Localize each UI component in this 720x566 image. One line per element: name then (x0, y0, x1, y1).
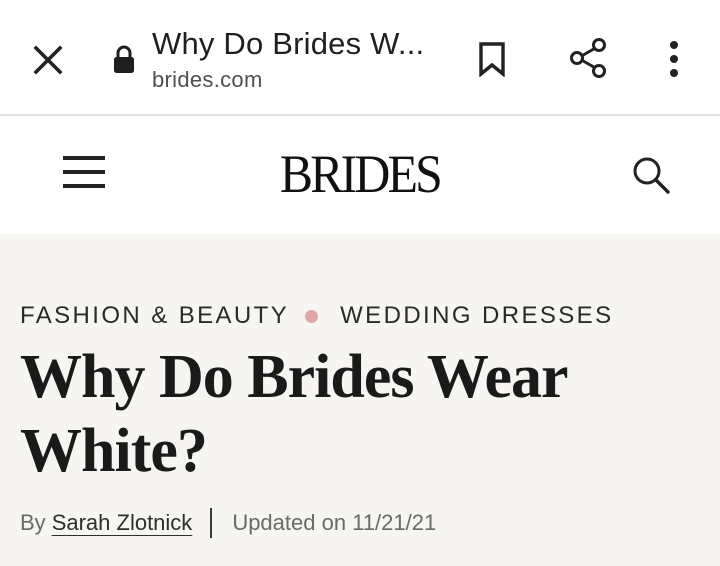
byline-divider (210, 508, 213, 538)
author-link[interactable]: Sarah Zlotnick (52, 510, 193, 536)
share-button[interactable] (564, 34, 612, 82)
byline-prefix: By (20, 510, 46, 535)
updated-date: Updated on 11/21/21 (232, 510, 437, 535)
browser-toolbar: Why Do Brides W... brides.com (0, 0, 720, 116)
lock-icon (114, 45, 134, 73)
bookmark-icon (479, 42, 505, 77)
search-button[interactable] (626, 150, 676, 200)
menu-button[interactable] (60, 148, 108, 196)
share-icon (570, 38, 606, 78)
breadcrumb-fashion-beauty[interactable]: FASHION & BEAUTY (20, 302, 289, 330)
close-button[interactable] (26, 38, 70, 82)
site-logo[interactable]: BRIDES (268, 144, 452, 204)
article-header: FASHION & BEAUTY WEDDING DRESSES Why Do … (0, 234, 720, 566)
bookmark-button[interactable] (470, 36, 514, 82)
byline: By Sarah Zlotnick Updated on 11/21/21 (20, 508, 436, 538)
more-options-button[interactable] (656, 36, 692, 82)
breadcrumb-wedding-dresses[interactable]: WEDDING DRESSES (340, 302, 613, 330)
breadcrumb-separator-dot (305, 309, 319, 323)
domain-text: brides.com (152, 67, 263, 92)
close-icon (33, 45, 63, 75)
site-header: BRIDES (0, 118, 720, 234)
tab-title: Why Do Brides W... (152, 26, 425, 61)
more-vert-icon (670, 41, 678, 77)
article-title: Why Do Brides Wear White? (20, 343, 567, 485)
hamburger-icon (63, 156, 105, 188)
breadcrumb: FASHION & BEAUTY WEDDING DRESSES (20, 302, 614, 330)
url-bar[interactable]: Why Do Brides W... brides.com (152, 24, 442, 94)
search-icon (633, 157, 670, 194)
